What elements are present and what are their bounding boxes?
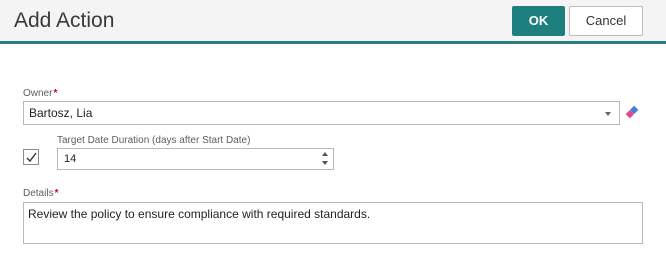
details-textarea[interactable]: Review the policy to ensure compliance w… [23,202,643,244]
stepper-up-icon[interactable] [322,152,328,156]
details-required-mark: * [54,188,59,199]
add-action-dialog: Add Action OK Cancel Owner* Bartosz, Lia… [0,0,666,265]
target-date-checkbox[interactable] [23,149,39,165]
details-label: Details* [23,188,58,200]
cancel-button[interactable]: Cancel [569,6,643,36]
dialog-title: Add Action [14,9,115,32]
details-label-text: Details [23,188,54,199]
target-date-duration-label: Target Date Duration (days after Start D… [57,135,251,146]
dialog-header: Add Action OK Cancel [0,0,666,44]
owner-selected-value: Bartosz, Lia [29,106,93,120]
target-date-duration-value: 14 [64,153,77,165]
number-stepper[interactable] [321,151,329,167]
stepper-down-icon[interactable] [322,161,328,165]
eraser-icon[interactable] [625,105,639,119]
owner-label: Owner* [23,88,57,100]
target-date-duration-input[interactable]: 14 [57,148,334,170]
owner-label-text: Owner [23,88,53,99]
chevron-down-icon[interactable] [605,112,611,116]
owner-select[interactable]: Bartosz, Lia [23,101,620,125]
owner-required-mark: * [53,88,58,99]
checkmark-icon [26,152,37,163]
details-text: Review the policy to ensure compliance w… [28,207,371,221]
ok-button[interactable]: OK [512,6,565,36]
